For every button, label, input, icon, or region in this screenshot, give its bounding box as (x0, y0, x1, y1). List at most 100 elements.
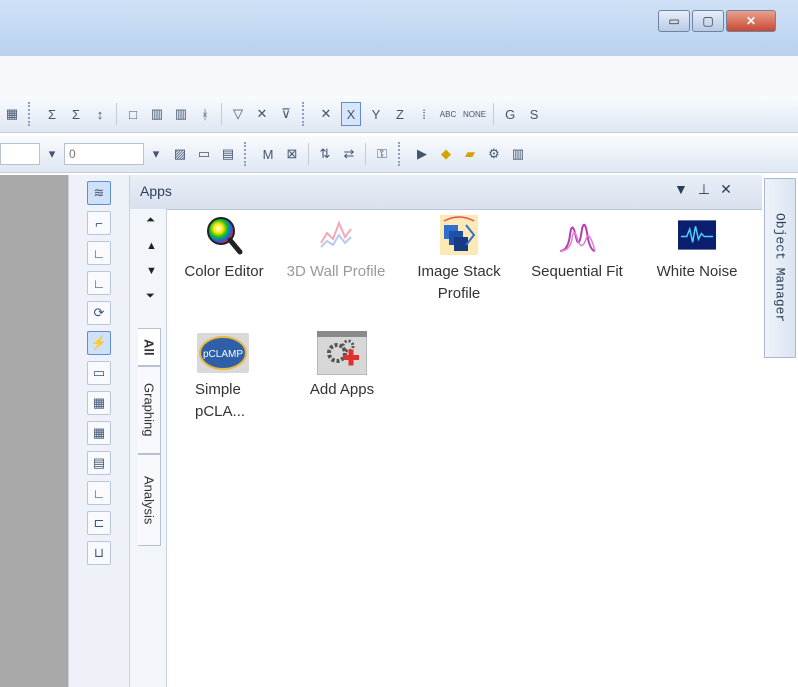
toolbar-format: ▾ 0 ▾ ▨ ▭ ▤ M ⊠ ⇅ ⇄ ⚿ ▶ ◆ ▰ ⚙ ▥ (0, 136, 798, 173)
set-column-icon[interactable]: □ (124, 103, 142, 125)
separator (493, 103, 495, 125)
app-color-editor[interactable]: Color Editor (165, 215, 283, 283)
tab-graphing[interactable]: Graphing (138, 366, 161, 454)
3d-wall-profile-icon (317, 215, 355, 255)
merge-icon[interactable]: M (259, 143, 277, 165)
set-as-subject-icon[interactable]: S (525, 103, 543, 125)
separator (308, 143, 309, 165)
runner-icon[interactable]: ⚡ (87, 331, 111, 355)
grid-icon[interactable]: ▤ (219, 143, 237, 165)
settings-icon[interactable]: ⚙ (485, 143, 503, 165)
axis-icon[interactable]: ∟ (87, 271, 111, 295)
sort-icon[interactable]: ↕ (91, 103, 109, 125)
frame-icon[interactable]: ⊔ (87, 541, 111, 565)
size-combo[interactable]: 0 (64, 143, 144, 165)
tab-analysis[interactable]: Analysis (138, 454, 161, 546)
sum-rows-icon[interactable]: Σ (67, 103, 85, 125)
scroll-bottom-icon[interactable]: ⏷ (146, 290, 155, 303)
code-builder-icon[interactable]: ◆ (437, 143, 455, 165)
add-apps-icon (317, 331, 367, 375)
layer-icon[interactable]: ▭ (87, 361, 111, 385)
tools-toolbar: ≋ ⌐ ∟ ∟ ⟳ ⚡ ▭ ▦ ▦ ▤ ∟ ⊏ ⊔ (68, 175, 130, 687)
axis-icon[interactable]: ⌐ (87, 211, 111, 235)
separator (221, 103, 222, 125)
sum-columns-icon[interactable]: Σ (43, 103, 61, 125)
label-icon[interactable]: ABC (439, 103, 457, 125)
toolbar-grip[interactable] (244, 142, 252, 166)
disregard-column-icon[interactable]: ✕ (317, 103, 335, 125)
fill-pattern-icon[interactable]: ▨ (171, 143, 189, 165)
object-manager-tab[interactable]: Object Manager (764, 178, 796, 358)
toolbar-grip[interactable] (28, 102, 36, 126)
chevron-down-icon[interactable]: ▾ (147, 143, 165, 165)
panel-controls: ▼ ⊥ ✕ (674, 181, 732, 198)
app-white-noise[interactable]: White Noise (638, 215, 756, 283)
apps-panel-title: Apps (140, 183, 172, 199)
app-image-stack-profile[interactable]: Image Stack Profile (400, 215, 518, 305)
close-button[interactable]: ✕ (726, 10, 776, 32)
app-simple-pclamp[interactable]: pCLAMP Simple pCLA... (165, 333, 285, 423)
maximize-button[interactable]: ▢ (692, 10, 724, 32)
table-icon[interactable]: ▦ (3, 103, 21, 125)
indent-icon[interactable]: ⇄ (340, 143, 358, 165)
set-as-group-icon[interactable]: G (501, 103, 519, 125)
scroll-up-icon[interactable]: ▲ (146, 240, 157, 252)
workspace-background (0, 175, 68, 687)
folder-icon[interactable]: ▰ (461, 143, 479, 165)
layers-icon[interactable]: ▦ (87, 421, 111, 445)
reapply-filter-icon[interactable]: ⊽ (277, 103, 295, 125)
window-controls: ▭ ▢ ✕ (656, 10, 776, 34)
app-sequential-fit[interactable]: Sequential Fit (518, 215, 636, 283)
tab-all[interactable]: All (138, 328, 161, 366)
lock-icon[interactable]: ⚿ (373, 143, 391, 165)
align-icon[interactable]: ⇅ (316, 143, 334, 165)
error-bar-icon[interactable]: ⁞ (415, 103, 433, 125)
frame-icon[interactable]: ∟ (87, 481, 111, 505)
app-add-apps[interactable]: Add Apps (283, 331, 401, 401)
minimize-button[interactable]: ▭ (658, 10, 690, 32)
frame-icon[interactable]: ⊏ (87, 511, 111, 535)
toolbar-grip[interactable] (398, 142, 406, 166)
layer-dropdown-icon[interactable]: ▤ (87, 451, 111, 475)
set-as-z-icon[interactable]: Z (391, 103, 409, 125)
image-stack-profile-icon (440, 215, 478, 255)
font-combo[interactable] (0, 143, 40, 165)
scroll-top-icon[interactable]: ⏶ (146, 214, 155, 227)
database-icon[interactable]: ▥ (509, 143, 527, 165)
app-3d-wall-profile[interactable]: 3D Wall Profile (277, 215, 395, 283)
box-chart-icon[interactable]: ᚼ (196, 103, 214, 125)
pointer-icon[interactable]: ≋ (87, 181, 111, 205)
white-noise-icon (678, 215, 716, 255)
set-as-y-icon[interactable]: Y (367, 103, 385, 125)
axis-icon[interactable]: ∟ (87, 241, 111, 265)
unmerge-icon[interactable]: ⊠ (283, 143, 301, 165)
app-label: Add Apps (309, 381, 375, 398)
play-icon[interactable]: ▶ (413, 143, 431, 165)
scroll-down-icon[interactable]: ▼ (146, 265, 157, 277)
app-label: 3D Wall Profile (286, 263, 386, 280)
separator (116, 103, 117, 125)
chevron-down-icon[interactable]: ▾ (43, 143, 61, 165)
app-label: Sequential Fit (531, 263, 623, 280)
separator (365, 143, 366, 165)
color-editor-icon (205, 215, 243, 255)
border-icon[interactable]: ▭ (195, 143, 213, 165)
histogram-icon[interactable]: ▥ (172, 103, 190, 125)
rotate-icon[interactable]: ⟳ (87, 301, 111, 325)
app-label: Simple pCLA... (195, 381, 246, 420)
bar-chart-icon[interactable]: ▥ (148, 103, 166, 125)
none-icon[interactable]: NONE (463, 103, 486, 125)
chevron-down-icon[interactable]: ▼ (674, 181, 688, 198)
toolbar-grip[interactable] (302, 102, 310, 126)
sequential-fit-icon (558, 215, 596, 255)
clear-filter-icon[interactable]: ✕ (253, 103, 271, 125)
app-label: Image Stack Profile (417, 263, 501, 302)
toolbar-statistics: ▦ Σ Σ ↕ □ ▥ ▥ ᚼ ▽ ✕ ⊽ ✕ X Y Z ⁞ ABC NONE… (0, 96, 798, 133)
pin-icon[interactable]: ⊥ (698, 181, 710, 198)
filter-icon[interactable]: ▽ (229, 103, 247, 125)
app-label: White Noise (656, 263, 738, 280)
layers-icon[interactable]: ▦ (87, 391, 111, 415)
pclamp-icon: pCLAMP (197, 333, 249, 373)
set-as-x-icon[interactable]: X (341, 102, 361, 126)
close-icon[interactable]: ✕ (720, 181, 732, 198)
